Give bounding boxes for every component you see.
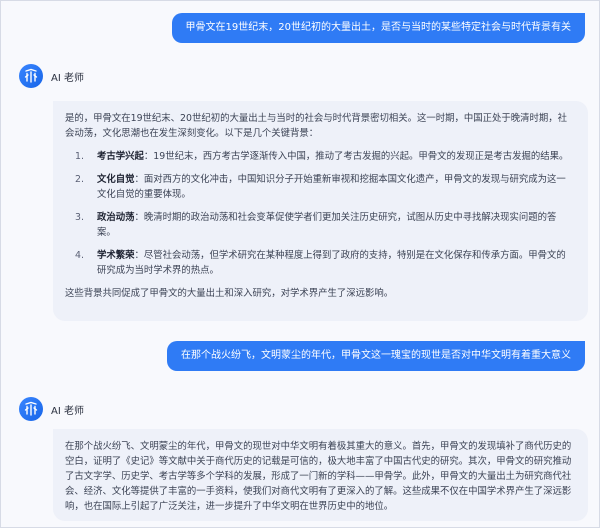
list-number: 1. [75,151,84,162]
list-item-text: ：尽管社会动荡，但学术研究在某种程度上得到了政府的支持，特别是在文化保存和传承方… [97,250,566,276]
assistant-name: AI 老师 [51,405,84,417]
assistant-name: AI 老师 [51,72,84,84]
reply-closing: 这些背景共同促成了甲骨文的大量出土和深入研究，对学术界产生了深远影响。 [65,288,394,299]
jia-gu-glyph-icon [24,401,38,416]
assistant-header: AI 老师 [19,64,84,88]
list-item: 1. 考古学兴起：19世纪末，西方考古学逐渐传入中国，推动了考古发掘的兴起。甲骨… [65,149,574,164]
avatar [19,64,43,88]
list-number: 3. [75,212,84,223]
list-item-title: 政治动荡 [97,212,135,223]
user-message-bubble: 甲骨文在19世纪末，20世纪初的大量出土，是否与当时的某些特定社会与时代背景有关 [171,13,585,43]
assistant-message-card: 在那个战火纷飞、文明蒙尘的年代，甲骨文的现世对中华文明有着极其重大的意义。首先，… [53,429,588,521]
reply-intro: 是的，甲骨文在19世纪末、20世纪初的大量出土与当时的社会与时代背景密切相关。这… [65,113,567,139]
list-number: 2. [75,174,84,185]
assistant-message-card: 是的，甲骨文在19世纪末、20世纪初的大量出土与当时的社会与时代背景密切相关。这… [53,101,588,321]
background-list: 1. 考古学兴起：19世纪末，西方考古学逐渐传入中国，推动了考古发掘的兴起。甲骨… [65,149,574,278]
assistant-header: AI 老师 [19,397,84,421]
chat-window: 甲骨文在19世纪末，20世纪初的大量出土，是否与当时的某些特定社会与时代背景有关… [0,0,600,528]
list-item-text: ：19世纪末，西方考古学逐渐传入中国，推动了考古发掘的兴起。甲骨文的发现正是考古… [143,151,569,162]
reply-text: 在那个战火纷飞、文明蒙尘的年代，甲骨文的现世对中华文明有着极其重大的意义。首先，… [65,441,572,512]
list-item-text: ：面对西方的文化冲击，中国知识分子开始重新审视和挖掘本国文化遗产，甲骨文的发现与… [97,174,566,200]
list-item-title: 文化自觉 [97,174,135,185]
list-item: 3. 政治动荡：晚清时期的政治动荡和社会变革促使学者们更加关注历史研究，试图从历… [65,210,574,240]
list-item: 4. 学术繁荣：尽管社会动荡，但学术研究在某种程度上得到了政府的支持，特别是在文… [65,248,574,278]
list-item-text: ：晚清时期的政治动荡和社会变革促使学者们更加关注历史研究，试图从历史中寻找解决现… [97,212,557,238]
jia-gu-glyph-icon [24,68,38,83]
list-item-title: 学术繁荣 [97,250,135,261]
list-item-title: 考古学兴起 [97,151,144,162]
avatar [19,397,43,421]
user-message-bubble: 在那个战火纷飞，文明蒙尘的年代，甲骨文这一瑰宝的现世是否对中华文明有着重大意义 [167,341,585,371]
list-item: 2. 文化自觉：面对西方的文化冲击，中国知识分子开始重新审视和挖掘本国文化遗产，… [65,172,574,202]
list-number: 4. [75,250,84,261]
